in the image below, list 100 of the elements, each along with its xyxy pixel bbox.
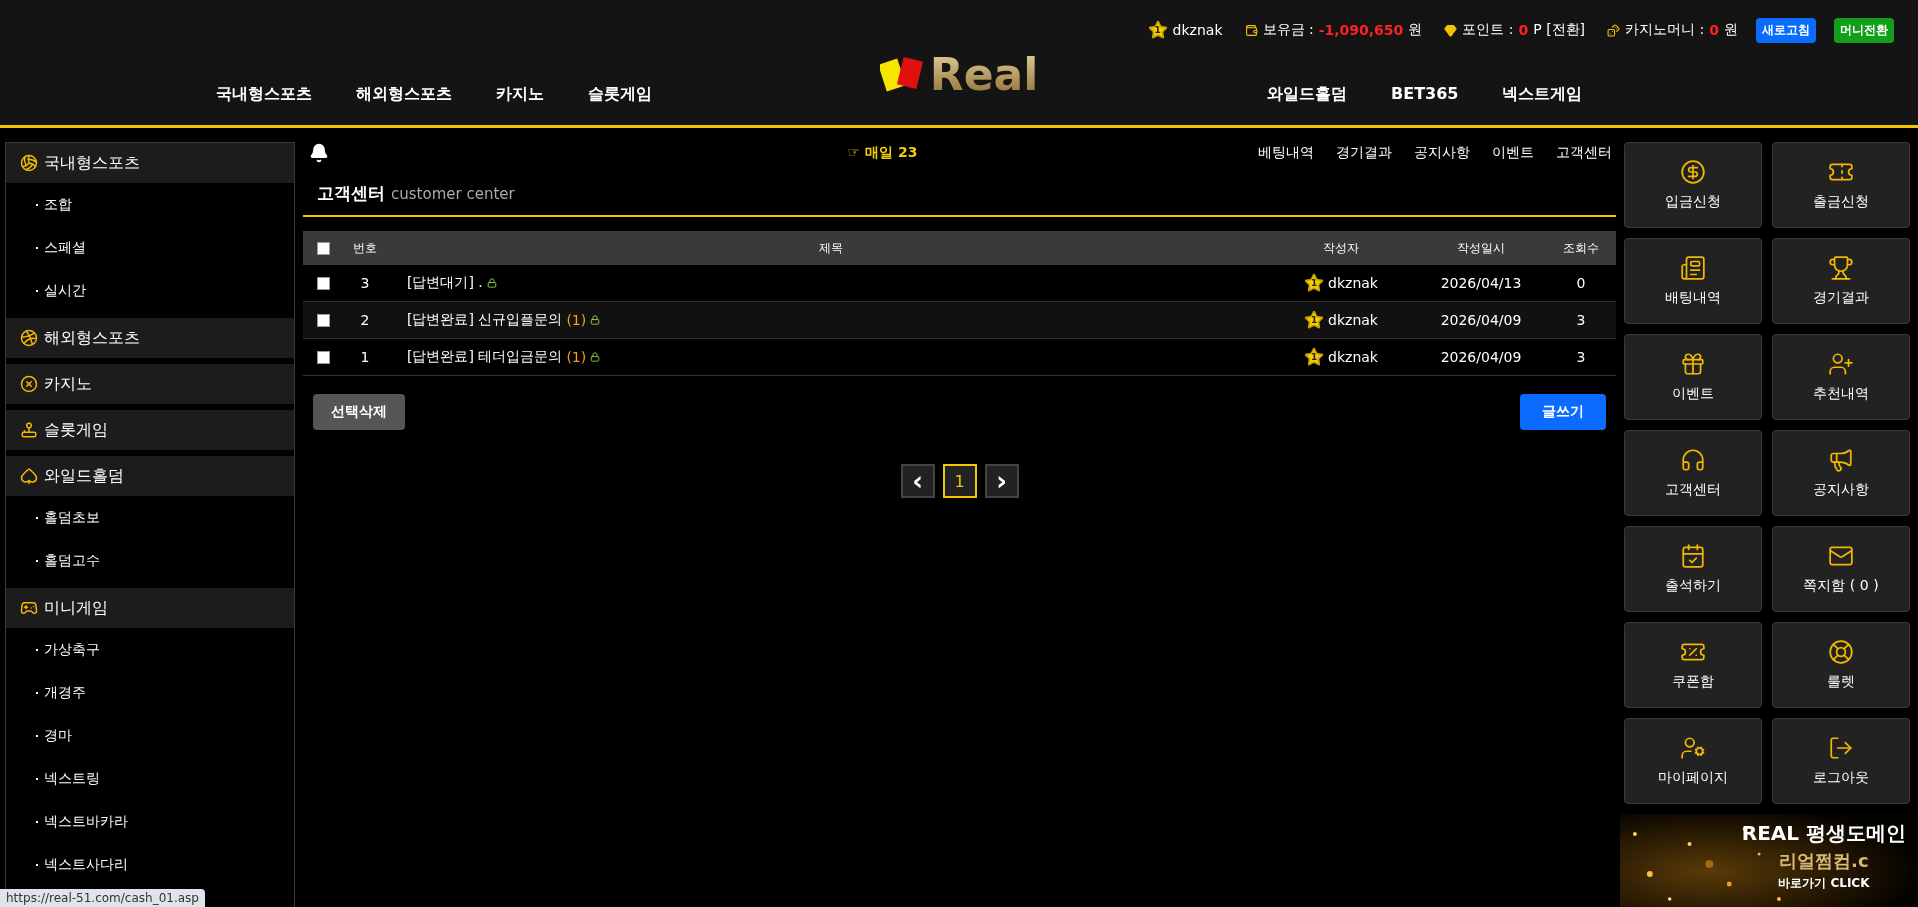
sidebar-item[interactable]: 홀덤초보: [6, 496, 294, 539]
nav-link[interactable]: 슬롯게임: [566, 84, 674, 105]
sidebar-item[interactable]: 홀덤고수: [6, 539, 294, 582]
banner-domain: 리얼쩜컴.c: [1779, 849, 1869, 873]
points-unit[interactable]: P [전환]: [1533, 21, 1586, 39]
level-star-icon: 1: [1304, 310, 1325, 330]
level-star-icon: 1: [1147, 20, 1168, 40]
table-cell-text: 2026/04/13: [1439, 275, 1523, 291]
megaphone-icon: [1828, 447, 1854, 473]
page-button[interactable]: 1: [942, 464, 977, 498]
quick-menu-button[interactable]: 경기결과: [1772, 238, 1910, 324]
top-link[interactable]: 이벤트: [1492, 144, 1534, 162]
quick-menu-button[interactable]: 추천내역: [1772, 334, 1910, 420]
quick-menu-button[interactable]: 쿠폰함: [1624, 622, 1762, 708]
calendar-check-icon: [1680, 543, 1706, 569]
nav-link[interactable]: 카지노: [474, 84, 566, 105]
table-cell-text: 0: [1575, 275, 1587, 291]
checkbox[interactable]: [316, 350, 330, 364]
post-title[interactable]: [답변완료] 신규입플문의: [407, 311, 563, 329]
checkbox[interactable]: [316, 276, 330, 290]
casino-money-label: 카지노머니 :: [1625, 21, 1705, 39]
previous-page-button[interactable]: ‹: [900, 464, 935, 498]
nav-link[interactable]: 국내형스포츠: [194, 84, 334, 105]
money-bag-icon: [1244, 23, 1258, 37]
wheel-icon: [1828, 639, 1854, 665]
author: dkznak: [1328, 312, 1378, 328]
dice-icon: [1607, 23, 1621, 37]
sidebar-category[interactable]: 카지노: [6, 364, 294, 404]
checkbox[interactable]: [316, 241, 330, 255]
reply-count: (1): [566, 349, 587, 365]
table-cell-text: 2: [359, 312, 371, 328]
sidebar-category[interactable]: 슬롯게임: [6, 410, 294, 450]
quick-menu-button[interactable]: 로그아웃: [1772, 718, 1910, 804]
top-link[interactable]: 공지사항: [1414, 144, 1470, 162]
page-subtitle: customer center: [391, 185, 515, 203]
sidebar-item[interactable]: 스페셜: [6, 226, 294, 269]
sidebar-item[interactable]: 가상축구: [6, 628, 294, 671]
sidebar-item[interactable]: 넥스트사다리: [6, 843, 294, 886]
sidebar-item[interactable]: 조합: [6, 183, 294, 226]
nav-link[interactable]: 와일드홀덤: [1245, 84, 1369, 105]
table-cell-text: 3: [1575, 312, 1587, 328]
points-label: 포인트 :: [1462, 21, 1514, 39]
column-header: 작성일시: [1456, 239, 1506, 257]
write-button[interactable]: 글쓰기: [1520, 394, 1606, 430]
top-link[interactable]: 베팅내역: [1258, 144, 1314, 162]
sidebar-item[interactable]: 실시간: [6, 269, 294, 312]
quick-menu-button[interactable]: 입금신청: [1624, 142, 1762, 228]
column-header: 번호: [352, 239, 378, 257]
quick-menu-button[interactable]: 출금신청: [1772, 142, 1910, 228]
table-cell-text: 3: [359, 275, 371, 291]
top-link[interactable]: 고객센터: [1556, 144, 1612, 162]
casino-money-unit: 원: [1724, 21, 1738, 39]
column-header: 조회수: [1562, 239, 1600, 257]
dollar-coin-icon: [1680, 159, 1706, 185]
refresh-button[interactable]: 새로고침: [1756, 17, 1816, 43]
quick-menu-button[interactable]: 쪽지함 ( 0 ): [1772, 526, 1910, 612]
nav-link[interactable]: BET365: [1369, 84, 1481, 105]
gift-icon: [1680, 351, 1706, 377]
quick-menu-button[interactable]: 공지사항: [1772, 430, 1910, 516]
gem-icon: [1444, 23, 1458, 37]
level-star-icon: 1: [1304, 347, 1325, 367]
sidebar-category[interactable]: 와일드홀덤: [6, 456, 294, 496]
post-title[interactable]: [답변완료] 테더입금문의: [407, 348, 563, 366]
logout-icon: [1828, 735, 1854, 761]
top-link[interactable]: 경기결과: [1336, 144, 1392, 162]
balance-value: -1,090,650: [1318, 22, 1404, 38]
quick-menu-button[interactable]: 배팅내역: [1624, 238, 1762, 324]
headphones-icon: [1680, 447, 1706, 473]
post-title[interactable]: [답변대기] .: [407, 274, 483, 292]
bell-icon[interactable]: [309, 143, 329, 163]
quick-menu-button[interactable]: 룰렛: [1772, 622, 1910, 708]
sidebar-category[interactable]: 국내형스포츠: [6, 143, 294, 183]
page-title: 고객센터: [317, 182, 385, 205]
nav-link[interactable]: 넥스트게임: [1480, 84, 1605, 105]
banner-title: REAL 평생도메인: [1741, 820, 1906, 847]
mail-icon: [1828, 543, 1854, 569]
sidebar-category[interactable]: 해외형스포츠: [6, 318, 294, 358]
sidebar-item[interactable]: 넥스트바카라: [6, 800, 294, 843]
author: dkznak: [1328, 275, 1378, 291]
column-header: 작성자: [1322, 239, 1360, 257]
balance-label: 보유금 :: [1262, 21, 1314, 39]
banner-cta[interactable]: 바로가기 CLICK: [1778, 875, 1870, 892]
sidebar-item[interactable]: 경마: [6, 714, 294, 757]
delete-selected-button[interactable]: 선택삭제: [313, 394, 405, 430]
checkbox[interactable]: [316, 313, 330, 327]
casino-money-value: 0: [1709, 22, 1719, 38]
marquee-text: ☞ 매일 23: [846, 144, 919, 162]
user-gear-icon: [1680, 735, 1706, 761]
status-bar-url: https://real-51.com/cash_01.asp: [0, 889, 205, 907]
quick-menu-button[interactable]: 고객센터: [1624, 430, 1762, 516]
next-page-button[interactable]: ›: [984, 464, 1019, 498]
quick-menu-button[interactable]: 출석하기: [1624, 526, 1762, 612]
quick-menu-button[interactable]: 이벤트: [1624, 334, 1762, 420]
sidebar-item[interactable]: 넥스트링: [6, 757, 294, 800]
nav-link[interactable]: 해외형스포츠: [334, 84, 474, 105]
quick-menu-button[interactable]: 마이페이지: [1624, 718, 1762, 804]
table-cell-text: 2026/04/09: [1439, 349, 1523, 365]
author: dkznak: [1328, 349, 1378, 365]
sidebar-item[interactable]: 개경주: [6, 671, 294, 714]
sidebar-category[interactable]: 미니게임: [6, 588, 294, 628]
